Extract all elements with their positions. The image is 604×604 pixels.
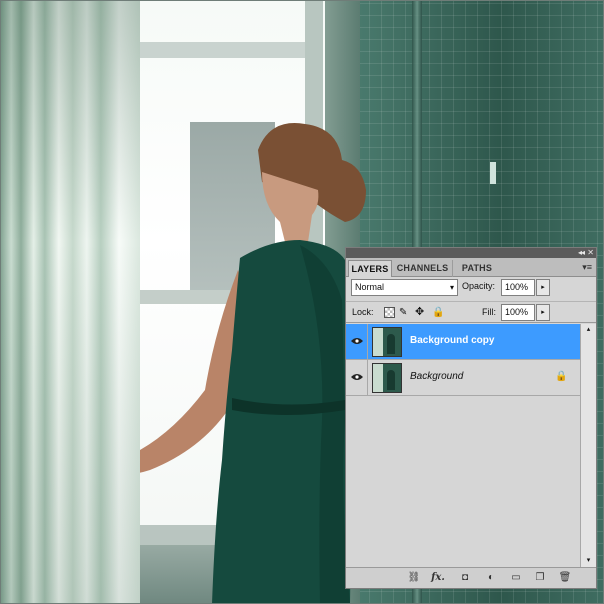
scroll-up-icon[interactable]: ▴ — [581, 324, 596, 336]
tab-channels[interactable]: CHANNELS — [393, 260, 453, 277]
panel-menu-icon[interactable]: ▾≡ — [582, 262, 592, 273]
layers-scrollbar[interactable]: ▴ ▾ — [580, 324, 596, 567]
opacity-input[interactable]: 100% — [501, 279, 535, 296]
close-panel-icon[interactable]: ✕ — [587, 248, 594, 258]
scroll-down-icon[interactable]: ▾ — [581, 555, 596, 567]
add-mask-icon[interactable]: ◘ — [457, 571, 473, 585]
lock-transparent-pixels-icon[interactable] — [384, 307, 395, 318]
opacity-label: Opacity: — [462, 281, 496, 291]
lock-position-icon[interactable]: ✥ — [415, 307, 426, 318]
layer-row-background[interactable]: Background 🔒 — [346, 360, 580, 396]
lock-all-icon[interactable]: 🔒 — [432, 307, 444, 318]
layer-name: Background — [410, 371, 464, 382]
new-layer-icon[interactable]: ❐ — [532, 571, 548, 585]
lock-label: Lock: — [352, 307, 374, 317]
curtain-shade — [0, 0, 140, 604]
panel-title-bar[interactable]: ◂◂ ✕ — [346, 248, 596, 258]
tab-paths[interactable]: PATHS — [455, 260, 499, 277]
fill-label: Fill: — [482, 307, 496, 317]
layers-toolbar: ⛓ fx. ◘ ◐ ▭ ❐ 🗑 — [346, 567, 596, 588]
layer-thumbnail — [372, 327, 402, 357]
layer-name: Background copy — [410, 335, 495, 346]
visibility-toggle[interactable] — [346, 360, 368, 396]
lock-image-pixels-icon[interactable]: ✎ — [399, 307, 410, 318]
new-group-icon[interactable]: ▭ — [508, 571, 524, 585]
dropdown-arrow-icon: ▾ — [449, 283, 454, 292]
panel-tabs: LAYERS CHANNELS PATHS ▾≡ — [346, 258, 596, 277]
adjustment-layer-icon[interactable]: ◐ — [483, 571, 499, 585]
layer-style-icon[interactable]: fx. — [430, 571, 446, 585]
tab-layers[interactable]: LAYERS — [348, 260, 392, 277]
fill-input[interactable]: 100% — [501, 304, 535, 321]
lock-fill-row: Lock: ✎ ✥ 🔒 Fill: 100% ▸ — [346, 301, 596, 323]
opacity-slider-button[interactable]: ▸ — [536, 279, 550, 296]
blend-opacity-row: Normal ▾ Opacity: 100% ▸ — [346, 277, 596, 300]
eye-icon — [351, 338, 363, 344]
eye-icon — [351, 374, 363, 380]
layer-thumbnail — [372, 363, 402, 393]
layer-row-background-copy[interactable]: Background copy — [346, 324, 580, 360]
layers-panel: ◂◂ ✕ LAYERS CHANNELS PATHS ▾≡ Normal ▾ O… — [345, 247, 597, 589]
blend-mode-select[interactable]: Normal ▾ — [351, 279, 458, 296]
layer-locked-icon: 🔒 — [555, 371, 568, 382]
link-layers-icon[interactable]: ⛓ — [406, 571, 422, 585]
collapse-panel-icon[interactable]: ◂◂ — [578, 248, 585, 258]
layers-list: Background copy Background 🔒 — [346, 324, 580, 567]
blend-mode-value: Normal — [355, 282, 385, 292]
fill-slider-button[interactable]: ▸ — [536, 304, 550, 321]
visibility-toggle[interactable] — [346, 324, 368, 360]
delete-layer-icon[interactable]: 🗑 — [557, 571, 573, 585]
